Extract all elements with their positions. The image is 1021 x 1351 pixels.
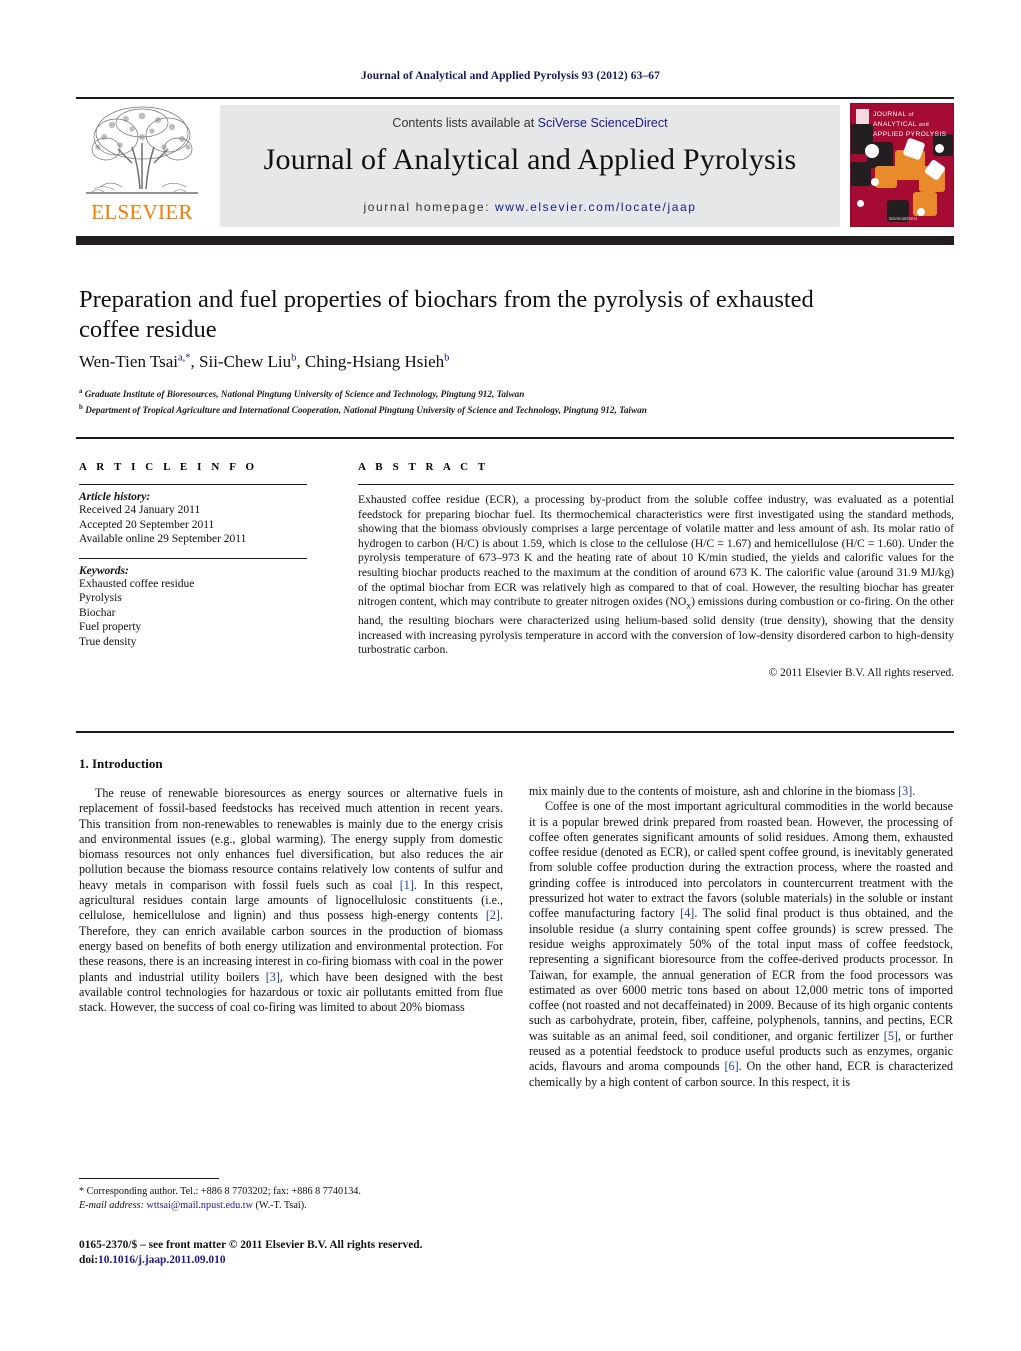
paragraph: mix mainly due to the contents of moistu… [529, 784, 916, 798]
journal-title: Journal of Analytical and Applied Pyroly… [263, 143, 797, 176]
keyword-item: Pyrolysis [79, 592, 122, 604]
sciencedirect-link[interactable]: SciVerse ScienceDirect [538, 116, 668, 130]
article-info-rule [79, 484, 307, 485]
body-column-left: 1. Introduction The reuse of renewable b… [79, 756, 503, 1015]
affiliation-a-text: Graduate Institute of Bioresources, Nati… [84, 389, 525, 400]
masthead-top-rule [76, 97, 954, 99]
cover-line-1: JOURNAL [873, 111, 907, 118]
cover-shape [851, 162, 871, 186]
journal-homepage-link[interactable]: www.elsevier.com/locate/jaap [495, 200, 697, 214]
footnote-block: * Corresponding author. Tel.: +886 8 770… [79, 1185, 503, 1212]
contents-available-line: Contents lists available at SciVerse Sci… [220, 116, 840, 130]
body-column-right: mix mainly due to the contents of moistu… [529, 784, 953, 1090]
article-history-item: Accepted 20 September 2011 [79, 518, 215, 531]
affiliations: a Graduate Institute of Bioresources, Na… [79, 385, 899, 417]
sciencedirect-banner: Contents lists available at SciVerse Sci… [220, 105, 840, 227]
homepage-prefix: journal homepage: [363, 200, 495, 214]
doi-line: doi:10.1016/j.jaap.2011.09.010 [79, 1253, 579, 1268]
cover-shape [875, 166, 897, 188]
article-history-item: Available online 29 September 2011 [79, 533, 247, 545]
journal-cover-thumbnail: JOURNAL of ANALYTICAL and APPLIED PYROLY… [850, 103, 954, 227]
section-heading-introduction: 1. Introduction [79, 756, 163, 771]
abstract-copyright: © 2011 Elsevier B.V. All rights reserved… [768, 666, 954, 679]
running-head: Journal of Analytical and Applied Pyroly… [361, 70, 660, 82]
cover-shape [917, 208, 925, 216]
doi-label: doi: [79, 1254, 98, 1266]
paragraph: Coffee is one of the most important agri… [529, 799, 954, 1089]
issn-front-matter: 0165-2370/$ – see front matter © 2011 El… [79, 1239, 423, 1251]
cover-line-2-small: and [918, 122, 930, 128]
abstract-block-bottom-rule [76, 731, 954, 733]
elsevier-tree-icon [82, 103, 202, 201]
article-info-heading: A R T I C L E I N F O [79, 461, 258, 473]
keyword-item: Exhausted coffee residue [79, 577, 195, 590]
paragraph: The reuse of renewable bioresources as e… [79, 786, 503, 1015]
keywords-label: Keywords: [79, 564, 129, 577]
article-title: Preparation and fuel properties of bioch… [79, 286, 814, 343]
journal-masthead: ELSEVIER Contents lists available at Sci… [76, 97, 954, 229]
cover-line-2: ANALYTICAL [873, 121, 917, 128]
abstract-heading: A B S T R A C T [358, 461, 489, 473]
imprint-block: 0165-2370/$ – see front matter © 2011 El… [79, 1238, 579, 1268]
article-info-block: A R T I C L E I N F O Article history: R… [79, 461, 307, 649]
article-history-item: Received 24 January 2011 [79, 504, 201, 516]
cover-shape [857, 200, 864, 207]
affiliation-a: a Graduate Institute of Bioresources, Na… [79, 387, 525, 400]
cover-shape [935, 144, 944, 153]
email-link[interactable]: wttsai@mail.npust.edu.tw [147, 1200, 253, 1211]
abstract-text: Exhausted coffee residue (ECR), a proces… [358, 493, 955, 657]
keywords-rule [79, 557, 307, 559]
author-list: Wen-Tien Tsaia,*, Sii-Chew Liub, Ching-H… [79, 352, 450, 371]
keyword-item: Biochar [79, 606, 116, 619]
paper-page: Journal of Analytical and Applied Pyroly… [0, 0, 1021, 1351]
cover-line-1-small: of [908, 112, 914, 118]
journal-homepage-line: journal homepage: www.elsevier.com/locat… [220, 200, 840, 214]
affiliation-b: b Department of Tropical Agriculture and… [79, 403, 647, 416]
keyword-item: True density [79, 635, 137, 648]
doi-link[interactable]: 10.1016/j.jaap.2011.09.010 [98, 1254, 226, 1266]
cover-title-text: JOURNAL of ANALYTICAL and APPLIED PYROLY… [873, 110, 951, 139]
masthead-bottom-rule [76, 236, 954, 245]
cover-shape [865, 144, 879, 158]
abstract-block-top-rule [76, 437, 954, 439]
cover-shape [871, 178, 879, 186]
affiliation-b-text: Department of Tropical Agriculture and I… [85, 405, 647, 416]
article-history-label: Article history: [79, 491, 151, 503]
email-label: E-mail address: [79, 1199, 144, 1211]
abstract-rule [358, 484, 954, 485]
email-note: E-mail address: wttsai@mail.npust.edu.tw… [79, 1199, 503, 1213]
cover-elsevier-icon [856, 109, 869, 124]
email-suffix: (W.-T. Tsai). [255, 1199, 307, 1211]
footnote-rule [79, 1178, 219, 1179]
elsevier-logo: ELSEVIER [76, 103, 208, 227]
elsevier-wordmark: ELSEVIER [91, 200, 193, 224]
abstract-block: A B S T R A C T Exhausted coffee residue… [358, 461, 954, 679]
cover-footer-text: ScienceDirect [888, 216, 918, 221]
corresponding-author-note: * Corresponding author. Tel.: +886 8 770… [79, 1186, 361, 1197]
cover-line-3: APPLIED PYROLYSIS [873, 131, 947, 138]
keyword-item: Fuel property [79, 621, 142, 633]
contents-prefix: Contents lists available at [392, 116, 538, 130]
